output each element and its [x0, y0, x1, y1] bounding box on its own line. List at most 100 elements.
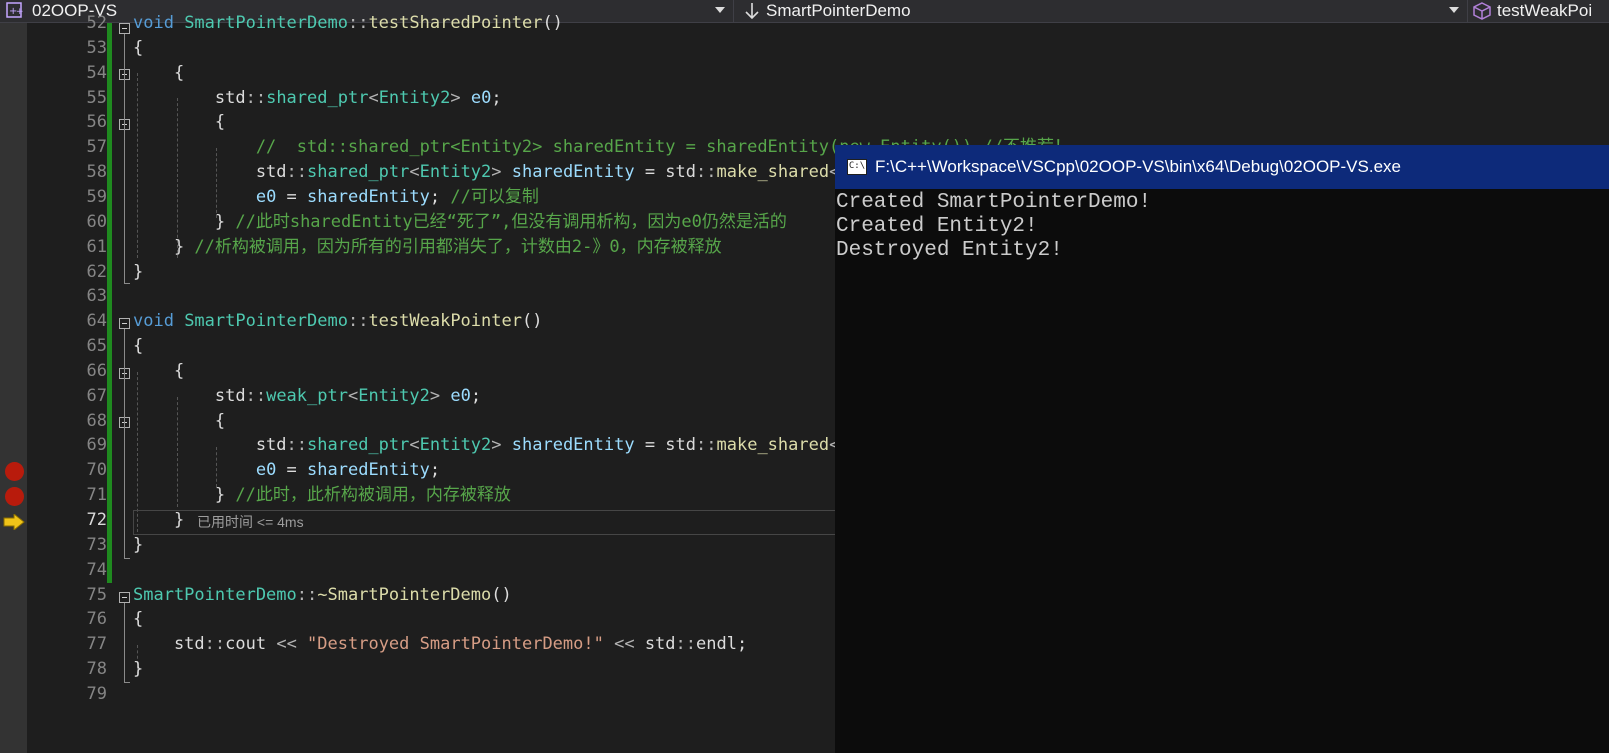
code-token: //此时，此析构被调用，内存被释放 — [235, 485, 511, 505]
code-line[interactable]: } — [133, 260, 143, 285]
code-line[interactable]: { — [133, 607, 143, 632]
console-line: Created Entity2! — [836, 215, 1038, 238]
line-number: 53 — [86, 38, 107, 58]
class-scope-dropdown[interactable]: SmartPointerDemo — [738, 0, 1468, 22]
code-token: SmartPointerDemo — [133, 585, 297, 605]
outline-scope-line — [124, 329, 125, 559]
code-token: ; — [491, 88, 502, 108]
code-line[interactable]: std::shared_ptr<Entity2> e0; — [133, 86, 502, 111]
code-line[interactable]: void SmartPointerDemo::testWeakPointer() — [133, 309, 542, 334]
code-token: //可以复制 — [450, 187, 539, 207]
code-line[interactable]: { — [133, 110, 225, 135]
code-line[interactable]: } — [133, 657, 143, 682]
code-token: void — [133, 311, 185, 331]
member-dropdown[interactable]: testWeakPoi — [1472, 0, 1609, 22]
code-token: () — [521, 311, 543, 331]
code-token: > — [491, 162, 512, 182]
line-number: 58 — [86, 162, 107, 182]
class-scope-name: SmartPointerDemo — [766, 1, 911, 20]
code-line[interactable]: } //析构被调用，因为所有的引用都消失了，计数由2-》0，内存被释放 — [133, 235, 722, 260]
code-line[interactable]: } //此时sharedEntity已经“死了”,但没有调用析构，因为e0仍然是… — [133, 210, 787, 235]
line-number: 59 — [86, 187, 107, 207]
code-token: Entity2 — [358, 386, 430, 406]
code-token: ~SmartPointerDemo — [317, 585, 492, 605]
code-line[interactable]: void SmartPointerDemo::testSharedPointer… — [133, 11, 563, 36]
outline-scope-end — [124, 283, 130, 284]
code-token: { — [133, 38, 144, 58]
outline-scope-end — [124, 682, 130, 683]
code-line[interactable]: { — [133, 36, 143, 61]
line-number: 67 — [86, 386, 107, 406]
code-token: :: — [675, 634, 697, 654]
console-window[interactable]: C:\ F:\C++\Workspace\VSCpp\02OOP-VS\bin\… — [835, 145, 1609, 753]
line-number: 68 — [86, 411, 107, 431]
code-line[interactable]: } //此时，此析构被调用，内存被释放 — [133, 483, 511, 508]
breakpoint-icon[interactable] — [5, 487, 24, 506]
code-token: { — [133, 336, 144, 356]
code-token: < — [409, 162, 420, 182]
code-line[interactable]: e0 = sharedEntity; — [133, 458, 440, 483]
code-line[interactable]: e0 = sharedEntity; //可以复制 — [133, 185, 539, 210]
outline-scope-line — [124, 34, 125, 284]
code-line[interactable]: } — [133, 508, 184, 533]
code-token: std — [133, 634, 205, 654]
line-number: 70 — [86, 460, 107, 480]
code-token: Entity2 — [419, 435, 492, 455]
code-token: SmartPointerDemo — [184, 13, 348, 33]
code-token: > — [450, 88, 471, 108]
code-token: { — [133, 361, 185, 381]
line-number: 73 — [86, 535, 107, 555]
code-line[interactable]: std::shared_ptr<Entity2> sharedEntity = … — [133, 160, 952, 185]
code-token: } — [133, 485, 236, 505]
code-token: ; — [429, 460, 441, 480]
code-token: sharedEntity — [307, 187, 430, 207]
line-number: 60 — [86, 212, 107, 232]
line-number: 79 — [86, 684, 107, 704]
code-token: std — [133, 162, 287, 182]
breakpoint-icon[interactable] — [5, 462, 24, 481]
line-number: 75 — [86, 585, 107, 605]
code-token: > — [491, 435, 512, 455]
line-number: 69 — [86, 435, 107, 455]
code-token: :: — [347, 13, 369, 33]
code-token: { — [133, 112, 226, 132]
code-token: :: — [286, 435, 308, 455]
code-line[interactable]: std::weak_ptr<Entity2> e0; — [133, 384, 481, 409]
code-token: :: — [245, 386, 267, 406]
code-token: std — [644, 634, 676, 654]
code-line[interactable]: { — [133, 409, 225, 434]
project-icon: + + — [6, 2, 24, 18]
change-tracking-bar — [107, 23, 112, 583]
code-token: } — [133, 237, 195, 257]
code-line[interactable]: SmartPointerDemo::~SmartPointerDemo() — [133, 583, 512, 608]
code-line[interactable]: std::cout << "Destroyed SmartPointerDemo… — [133, 632, 747, 657]
code-token: e0 — [255, 460, 277, 480]
code-line[interactable]: { — [133, 359, 184, 384]
console-title-bar[interactable]: C:\ F:\C++\Workspace\VSCpp\02OOP-VS\bin\… — [835, 145, 1609, 189]
code-token: } — [133, 510, 185, 530]
code-token: e0 — [255, 187, 277, 207]
indicator-margin[interactable] — [0, 23, 27, 753]
code-token: = — [276, 187, 308, 207]
code-token: < — [347, 386, 359, 406]
code-line[interactable]: std::shared_ptr<Entity2> sharedEntity = … — [133, 433, 952, 458]
collapse-icon[interactable] — [119, 23, 130, 34]
svg-text:+: + — [16, 7, 24, 17]
code-token: SmartPointerDemo — [184, 311, 348, 331]
code-line[interactable]: { — [133, 61, 184, 86]
outline-scope-line — [124, 603, 125, 683]
code-token: make_shared — [716, 435, 830, 455]
code-line[interactable]: } — [133, 533, 143, 558]
line-number: 62 — [86, 262, 107, 282]
code-token: { — [133, 63, 185, 83]
perf-tip-elapsed-time[interactable]: 已用时间 <= 4ms — [197, 513, 304, 532]
console-app-icon: C:\ — [847, 159, 867, 175]
code-line[interactable]: { — [133, 334, 143, 359]
collapse-icon[interactable] — [119, 592, 130, 603]
code-token: = std — [634, 162, 697, 182]
method-cube-icon — [1473, 2, 1491, 20]
collapse-icon[interactable] — [119, 318, 130, 329]
code-token: std — [133, 88, 246, 108]
code-token: Entity2 — [378, 88, 451, 108]
